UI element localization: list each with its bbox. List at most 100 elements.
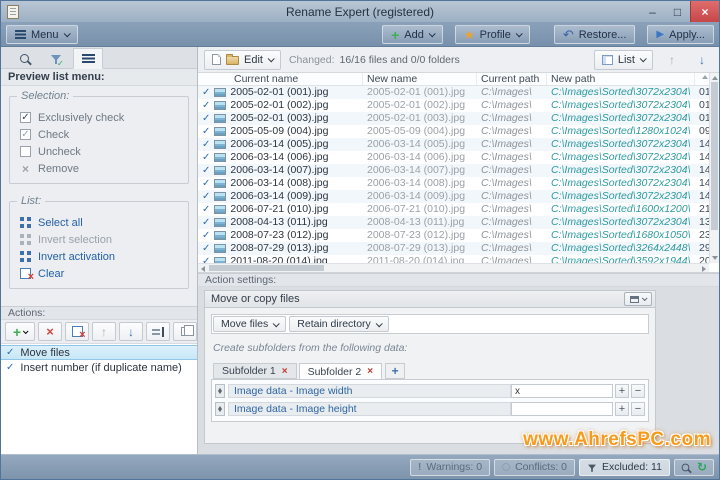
close-tab-icon[interactable]: × — [282, 366, 288, 377]
add-button[interactable]: + Add — [382, 25, 443, 44]
column-header-current-path[interactable]: Current path — [477, 73, 547, 85]
panel-window-button[interactable] — [624, 292, 652, 306]
close-tab-icon[interactable]: × — [367, 366, 373, 377]
checkbox-checked-icon[interactable]: ✓ — [20, 112, 31, 123]
edit-button[interactable]: Edit — [204, 50, 281, 70]
remove-row-button[interactable]: − — [631, 402, 645, 416]
add-row-button[interactable]: + — [615, 402, 629, 416]
horizontal-scrollbar[interactable] — [198, 263, 709, 272]
vertical-scrollbar[interactable] — [709, 73, 719, 263]
list-item-invert-selection[interactable]: Invert selection — [20, 231, 180, 248]
row-checkmark-icon[interactable]: ✓ — [202, 190, 210, 203]
row-checkmark-icon[interactable]: ✓ — [202, 125, 210, 138]
reorder-spinner[interactable] — [215, 402, 225, 416]
tab-filter[interactable]: ✓ — [41, 48, 71, 68]
close-button[interactable]: × — [690, 1, 719, 22]
search-icon[interactable] — [682, 463, 690, 471]
table-row[interactable]: ✓ 2008-07-29 (013).jpg 2008-07-29 (013).… — [198, 242, 709, 255]
selection-item-remove[interactable]: × Remove — [20, 160, 180, 177]
apply-button[interactable]: ▶ Apply... — [647, 25, 714, 44]
row-checkmark-icon[interactable]: ✓ — [202, 86, 210, 99]
table-row[interactable]: ✓ 2006-03-14 (007).jpg 2006-03-14 (007).… — [198, 164, 709, 177]
scrollbar-thumb[interactable] — [209, 265, 324, 271]
duplicate-action-button[interactable] — [173, 322, 197, 341]
rename-action-button[interactable] — [146, 322, 170, 341]
list-item-invert-activation[interactable]: Invert activation — [20, 248, 180, 265]
row-checkmark-icon[interactable]: ✓ — [202, 255, 210, 263]
view-mode-button[interactable]: List — [594, 50, 653, 70]
move-up-button[interactable]: ↑ — [92, 322, 116, 341]
checkbox-empty-icon[interactable] — [20, 146, 31, 157]
row-checkmark-icon[interactable]: ✓ — [202, 242, 210, 255]
table-row[interactable]: ✓ 2005-05-09 (004).jpg 2005-05-09 (004).… — [198, 125, 709, 138]
row-checkmark-icon[interactable]: ✓ — [202, 138, 210, 151]
row-checkmark-icon[interactable]: ✓ — [202, 203, 210, 216]
delete-action-button[interactable]: × — [38, 322, 62, 341]
separator-input[interactable] — [511, 402, 613, 416]
table-row[interactable]: ✓ 2011-08-20 (014).jpg 2011-08-20 (014).… — [198, 255, 709, 263]
add-subfolder-tab-button[interactable]: + — [385, 363, 405, 379]
minimize-button[interactable]: – — [640, 1, 665, 22]
scrollbar-up-arrow-icon[interactable] — [712, 76, 718, 80]
table-row[interactable]: ✓ 2005-02-01 (001).jpg 2005-02-01 (001).… — [198, 86, 709, 99]
scrollbar-right-arrow-icon[interactable] — [702, 266, 706, 272]
row-checkmark-icon[interactable]: ✓ — [202, 164, 210, 177]
selection-item-uncheck[interactable]: Uncheck — [20, 143, 180, 160]
clear-actions-button[interactable] — [65, 322, 89, 341]
table-row[interactable]: ✓ 2005-02-01 (003).jpg 2005-02-01 (003).… — [198, 112, 709, 125]
move-down-button[interactable]: ↓ — [119, 322, 143, 341]
conflicts-status[interactable]: Conflicts: 0 — [494, 459, 575, 476]
scroll-up-button[interactable]: ↑ — [661, 50, 683, 70]
table-row[interactable]: ✓ 2005-02-01 (002).jpg 2005-02-01 (002).… — [198, 99, 709, 112]
scrollbar-left-arrow-icon[interactable] — [201, 266, 205, 272]
remove-row-button[interactable]: − — [631, 384, 645, 398]
menu-button[interactable]: Menu — [6, 25, 78, 44]
warnings-status[interactable]: ! Warnings: 0 — [410, 459, 490, 476]
selection-item-exclusively-check[interactable]: ✓ Exclusively check — [20, 109, 180, 126]
column-header-current-name[interactable]: Current name — [198, 73, 363, 85]
data-source-label[interactable]: Image data - Image height — [228, 402, 511, 416]
checkmark-icon[interactable]: ✓ — [6, 347, 14, 358]
scrollbar-thumb[interactable] — [711, 82, 718, 230]
separator-input[interactable] — [511, 384, 613, 398]
maximize-button[interactable]: □ — [665, 1, 690, 22]
row-checkmark-icon[interactable]: ✓ — [202, 177, 210, 190]
tab-subfolder-2[interactable]: Subfolder 2 × — [299, 363, 383, 380]
mode-dropdown[interactable]: Move files — [213, 316, 286, 332]
reorder-spinner[interactable] — [215, 384, 225, 398]
row-checkmark-icon[interactable]: ✓ — [202, 216, 210, 229]
checkmark-icon[interactable]: ✓ — [6, 362, 14, 373]
row-checkmark-icon[interactable]: ✓ — [202, 112, 210, 125]
tab-search[interactable] — [9, 48, 39, 68]
data-source-label[interactable]: Image data - Image width — [228, 384, 511, 398]
row-checkmark-icon[interactable]: ✓ — [202, 151, 210, 164]
action-row-move-files[interactable]: ✓ Move files — [1, 345, 197, 360]
column-header-clipped[interactable] — [695, 73, 709, 85]
table-row[interactable]: ✓ 2006-03-14 (009).jpg 2006-03-14 (009).… — [198, 190, 709, 203]
directory-dropdown[interactable]: Retain directory — [289, 316, 389, 332]
column-header-new-name[interactable]: New name — [363, 73, 477, 85]
column-header-new-path[interactable]: New path — [547, 73, 695, 85]
scrollbar-down-arrow-icon[interactable] — [712, 256, 718, 260]
table-row[interactable]: ✓ 2006-03-14 (005).jpg 2006-03-14 (005).… — [198, 138, 709, 151]
checkbox-checked-gray-icon[interactable]: ✓ — [20, 129, 31, 140]
table-row[interactable]: ✓ 2006-03-14 (008).jpg 2006-03-14 (008).… — [198, 177, 709, 190]
table-row[interactable]: ✓ 2006-03-14 (006).jpg 2006-03-14 (006).… — [198, 151, 709, 164]
excluded-status[interactable]: Excluded: 11 — [579, 459, 670, 476]
tab-subfolder-1[interactable]: Subfolder 1 × — [213, 363, 297, 379]
list-item-clear[interactable]: Clear — [20, 265, 180, 282]
add-row-button[interactable]: + — [615, 384, 629, 398]
restore-button[interactable]: ↶ Restore... — [554, 25, 636, 44]
add-action-button[interactable]: + — [5, 322, 35, 341]
row-checkmark-icon[interactable]: ✓ — [202, 229, 210, 242]
action-row-insert-number[interactable]: ✓ Insert number (if duplicate name) — [1, 360, 197, 375]
profile-button[interactable]: ★ Profile — [455, 25, 530, 44]
list-item-select-all[interactable]: Select all — [20, 214, 180, 231]
tab-preview-list-menu[interactable] — [73, 48, 103, 69]
row-checkmark-icon[interactable]: ✓ — [202, 99, 210, 112]
table-row[interactable]: ✓ 2006-07-21 (010).jpg 2006-07-21 (010).… — [198, 203, 709, 216]
table-row[interactable]: ✓ 2008-04-13 (011).jpg 2008-04-13 (011).… — [198, 216, 709, 229]
selection-item-check[interactable]: ✓ Check — [20, 126, 180, 143]
table-row[interactable]: ✓ 2008-07-23 (012).jpg 2008-07-23 (012).… — [198, 229, 709, 242]
scroll-down-button[interactable]: ↓ — [691, 50, 713, 70]
